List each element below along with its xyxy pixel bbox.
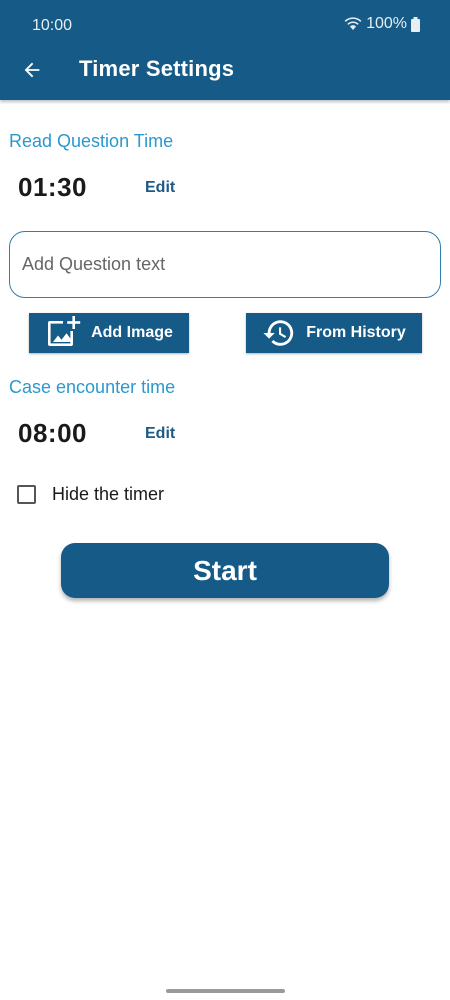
case-encounter-time-value: 08:00 <box>18 418 87 448</box>
status-time: 10:00 <box>32 17 73 34</box>
read-question-time-value: 01:30 <box>18 172 87 202</box>
add-image-icon <box>48 316 81 346</box>
back-button[interactable] <box>18 56 46 84</box>
status-icons: 100% <box>344 15 420 33</box>
wifi-icon <box>344 17 362 30</box>
hide-timer-label: Hide the timer <box>52 484 165 504</box>
hide-timer-row[interactable]: Hide the timer <box>17 484 164 505</box>
home-indicator[interactable] <box>166 989 285 993</box>
add-image-button[interactable]: Add Image <box>29 313 189 353</box>
question-text-input[interactable] <box>9 231 441 298</box>
from-history-button[interactable]: From History <box>246 313 422 353</box>
arrow-left-icon <box>24 62 40 78</box>
hide-timer-checkbox[interactable] <box>17 485 36 504</box>
add-image-label: Add Image <box>91 324 173 341</box>
history-icon <box>263 320 294 346</box>
start-button[interactable]: Start <box>61 543 389 598</box>
edit-read-question-time-button[interactable]: Edit <box>145 179 175 197</box>
battery-percent: 100% <box>366 15 407 32</box>
app-bar: 10:00 100% Timer Settings <box>0 0 450 100</box>
case-encounter-time-label: Case encounter time <box>9 377 176 397</box>
page-title: Timer Settings <box>79 56 235 81</box>
battery-icon <box>411 16 420 32</box>
read-question-time-label: Read Question Time <box>9 131 174 151</box>
from-history-label: From History <box>306 324 406 341</box>
edit-case-encounter-time-button[interactable]: Edit <box>145 425 175 443</box>
